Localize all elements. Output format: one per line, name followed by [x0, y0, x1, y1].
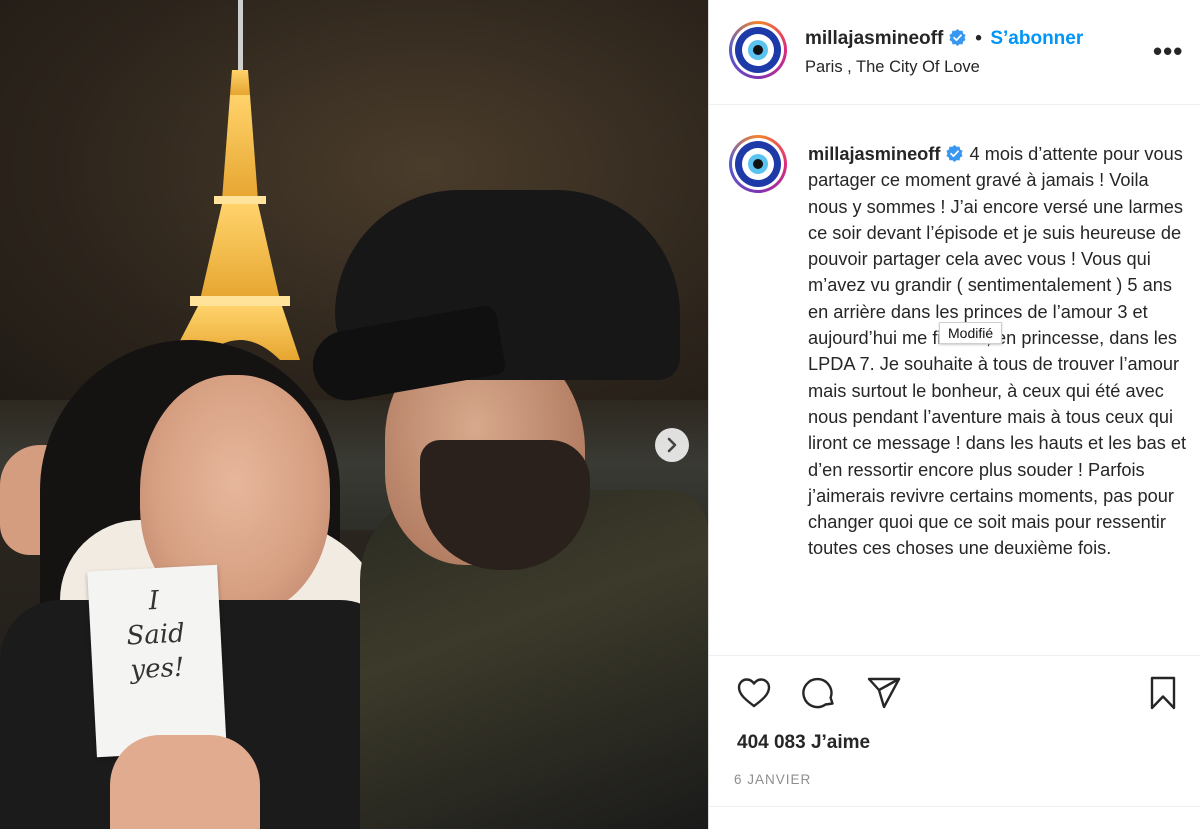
- note-line: yes!: [129, 652, 186, 686]
- next-photo-button[interactable]: [655, 428, 689, 462]
- divider: [709, 806, 1200, 807]
- likes-count[interactable]: 404 083 J’aime: [737, 732, 870, 754]
- username[interactable]: millajasmineoff: [805, 28, 943, 49]
- edited-tooltip: Modifié: [939, 322, 1003, 344]
- evil-eye-icon: [735, 141, 781, 187]
- location-link[interactable]: Paris , The City Of Love: [805, 58, 980, 77]
- handwritten-note: I Said yes!: [87, 564, 227, 758]
- post-header: millajasmineoff • S’abonner Paris , The …: [709, 0, 1200, 105]
- caption-text: 4 mois d’attente pour vous partager ce m…: [808, 144, 1187, 559]
- post-caption: millajasmineoff 4 mois d’attente pour vo…: [808, 141, 1188, 562]
- verified-badge-icon: [946, 144, 964, 163]
- avatar[interactable]: [729, 135, 787, 193]
- chevron-right-icon: [667, 437, 677, 453]
- action-bar: [709, 656, 1200, 726]
- paper-plane-icon[interactable]: [866, 675, 902, 711]
- heart-icon[interactable]: [736, 675, 772, 711]
- post-photo[interactable]: I Said yes!: [0, 0, 708, 829]
- hand: [110, 735, 260, 829]
- evil-eye-icon: [735, 27, 781, 73]
- post-date[interactable]: 6 JANVIER: [734, 772, 811, 787]
- avatar[interactable]: [729, 21, 787, 79]
- more-options-button[interactable]: •••: [1153, 36, 1183, 67]
- caption-area: millajasmineoff 4 mois d’attente pour vo…: [709, 105, 1200, 656]
- verified-badge-icon: [949, 28, 966, 47]
- separator-dot: •: [975, 28, 982, 49]
- follow-button[interactable]: S’abonner: [990, 28, 1083, 49]
- comment-icon[interactable]: [801, 675, 837, 711]
- caption-username[interactable]: millajasmineoff: [808, 144, 940, 164]
- bookmark-icon[interactable]: [1145, 675, 1181, 711]
